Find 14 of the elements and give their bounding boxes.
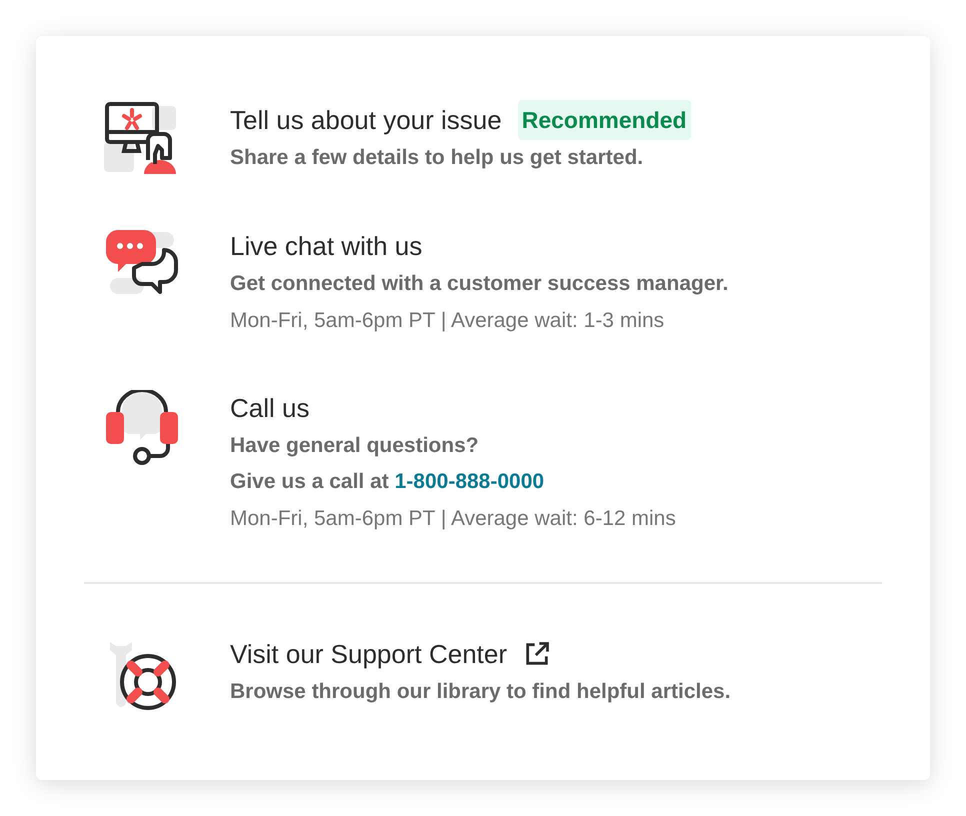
phone-link[interactable]: 1-800-888-0000 [394, 470, 544, 493]
option-title: Visit our Support Center [230, 638, 507, 671]
option-title: Live chat with us [230, 230, 422, 263]
call-text: Give us a call at 1-800-888-0000 [230, 469, 546, 495]
description-text: Share a few details to help us get started. [230, 145, 644, 171]
hours-text: Mon-Fri, 5am-6pm PT | Average wait: 1-3 mins [230, 308, 666, 334]
description-text: Get connected with a customer success manager. [230, 271, 728, 297]
description-text: Have general questions? [230, 433, 480, 459]
option-title: Tell us about your issue [230, 104, 502, 137]
hours-text: Mon-Fri, 5am-6pm PT | Average wait: 6-12 mins [230, 506, 676, 532]
option-title: Call us [230, 392, 310, 425]
description-text: Browse through our library to find helpful articles. [230, 679, 731, 705]
headset-icon [104, 390, 180, 466]
recommended-badge: Recommended [518, 100, 691, 140]
